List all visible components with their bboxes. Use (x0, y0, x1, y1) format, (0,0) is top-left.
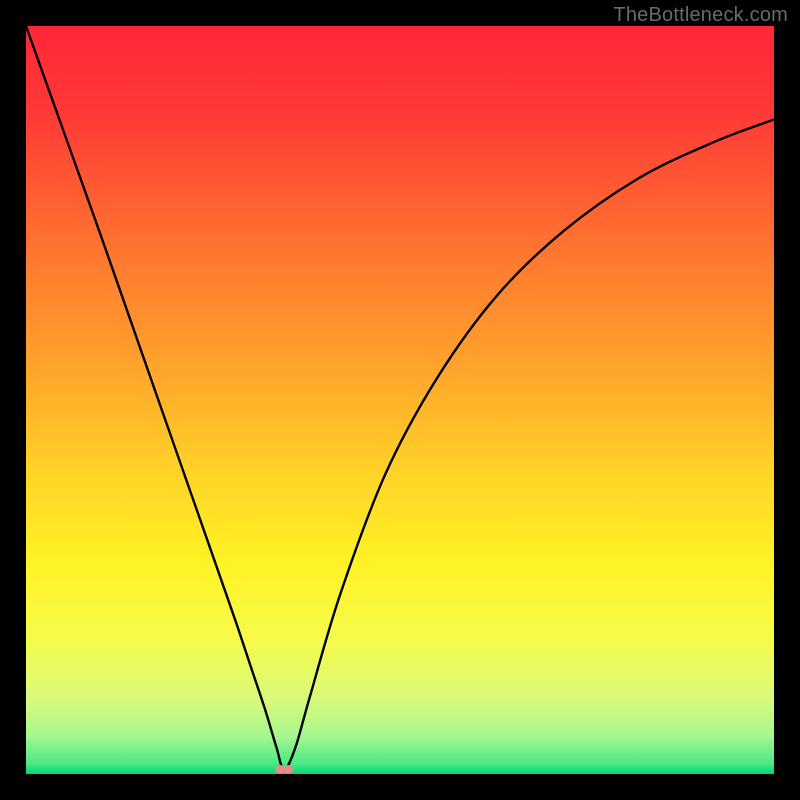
watermark-text: TheBottleneck.com (613, 4, 788, 27)
chart-gradient-background (26, 26, 774, 774)
chart-frame (26, 26, 774, 774)
chart-svg (26, 26, 774, 774)
